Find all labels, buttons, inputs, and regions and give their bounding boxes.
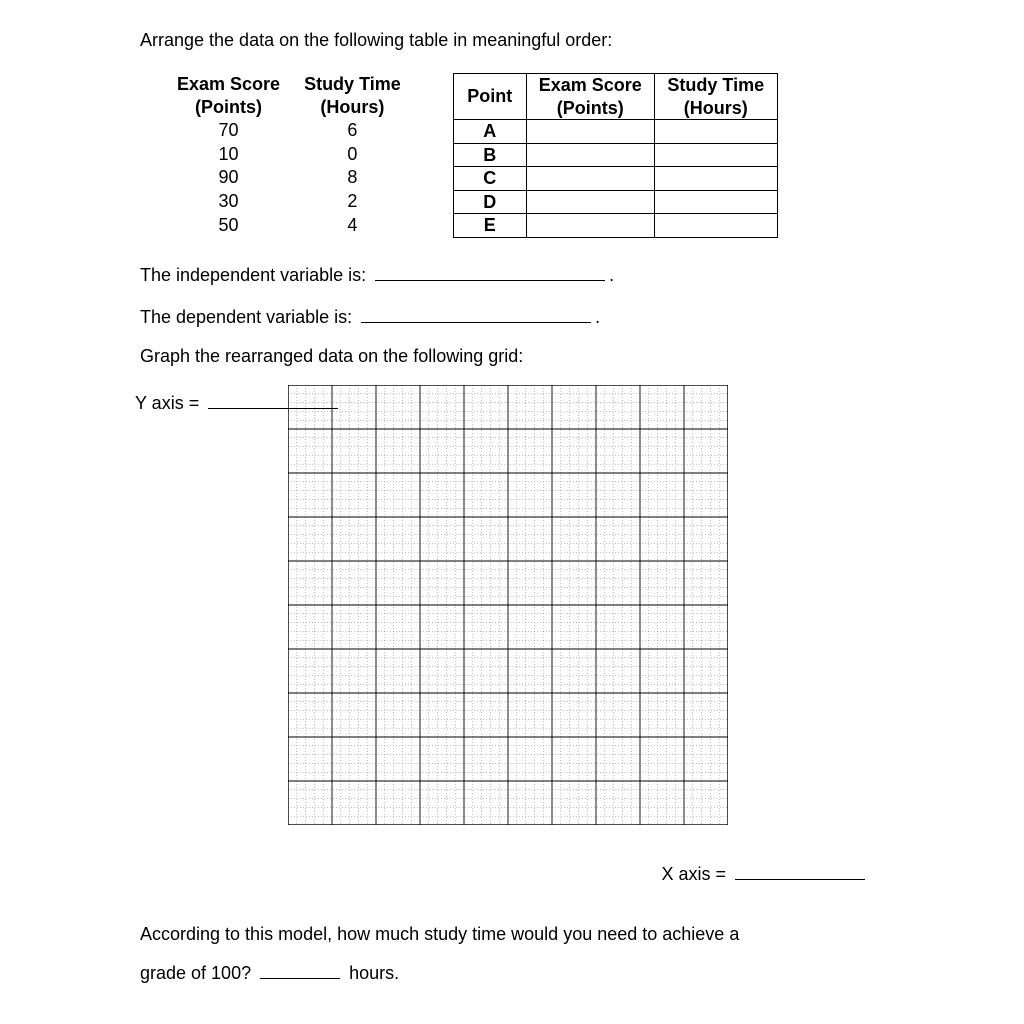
answer-score-cell[interactable] bbox=[526, 120, 654, 144]
table-row: 10 0 bbox=[165, 142, 413, 166]
answer-time-cell[interactable] bbox=[654, 214, 777, 238]
answer-col2-header: Study Time (Hours) bbox=[654, 74, 777, 120]
answer-time-cell[interactable] bbox=[654, 143, 777, 167]
answer-score-cell[interactable] bbox=[526, 190, 654, 214]
given-col1-header: Exam Score (Points) bbox=[165, 73, 292, 118]
given-col2-header: Study Time (Hours) bbox=[292, 73, 413, 118]
answer-table: Point Exam Score (Points) Study Time (Ho… bbox=[453, 73, 778, 238]
table-row: E bbox=[453, 214, 777, 238]
table-row: 50 4 bbox=[165, 214, 413, 238]
tables-row: Exam Score (Points) Study Time (Hours) 7… bbox=[165, 73, 889, 238]
table-row: B bbox=[453, 143, 777, 167]
answer-time-cell[interactable] bbox=[654, 167, 777, 191]
table-row: 90 8 bbox=[165, 166, 413, 190]
given-data-table: Exam Score (Points) Study Time (Hours) 7… bbox=[165, 73, 413, 238]
instruction-text: Arrange the data on the following table … bbox=[140, 30, 889, 51]
dependent-variable-line: The dependent variable is: . bbox=[140, 304, 889, 328]
answer-score-cell[interactable] bbox=[526, 214, 654, 238]
dependent-variable-blank[interactable] bbox=[361, 304, 591, 323]
worksheet-page: Arrange the data on the following table … bbox=[0, 0, 1024, 1024]
answer-score-cell[interactable] bbox=[526, 143, 654, 167]
graph-area: Y axis = X axis = bbox=[140, 385, 889, 885]
independent-variable-line: The independent variable is: . bbox=[140, 262, 889, 286]
independent-variable-blank[interactable] bbox=[375, 262, 605, 281]
x-axis-line: X axis = bbox=[661, 861, 869, 885]
table-row: 70 6 bbox=[165, 118, 413, 142]
answer-point-header: Point bbox=[453, 74, 526, 120]
x-axis-blank[interactable] bbox=[735, 861, 865, 880]
answer-col1-header: Exam Score (Points) bbox=[526, 74, 654, 120]
table-row: D bbox=[453, 190, 777, 214]
answer-time-cell[interactable] bbox=[654, 120, 777, 144]
table-row: 30 2 bbox=[165, 190, 413, 214]
final-question: According to this model, how much study … bbox=[140, 915, 889, 994]
answer-score-cell[interactable] bbox=[526, 167, 654, 191]
final-answer-blank[interactable] bbox=[260, 960, 340, 979]
table-row: A bbox=[453, 120, 777, 144]
answer-time-cell[interactable] bbox=[654, 190, 777, 214]
graph-grid[interactable] bbox=[288, 385, 728, 825]
table-row: C bbox=[453, 167, 777, 191]
graph-instruction: Graph the rearranged data on the followi… bbox=[140, 346, 889, 367]
